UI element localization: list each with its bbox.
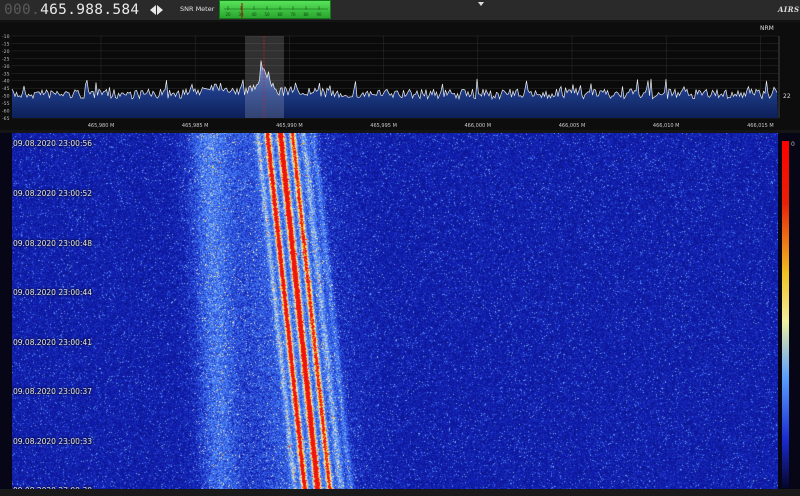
menu-dropdown-icon[interactable]: [478, 2, 484, 6]
waterfall-timestamp: 09.08.2020 23:00:52: [13, 189, 93, 198]
freq-tick-label: 466,015 M: [747, 123, 774, 129]
brand-logo: AIRS: [778, 5, 800, 14]
waterfall-timestamp: 09.08.2020 23:00:41: [13, 338, 93, 347]
frequency-ghz-digits: 000.: [4, 2, 41, 18]
s-meter-scale: 20 30 40 50 60 70 80 90: [224, 3, 328, 18]
s-meter: 20 30 40 50 60 70 80 90: [219, 0, 331, 19]
spectrum-display[interactable]: -10 -15 -20 -25 -30 -35 -40 -45 -50 -55 -60 -65 465…: [0, 22, 800, 130]
waterfall-timestamp: 09.08.2020 23:00:56: [13, 139, 93, 148]
freq-tick-label: 466,005 M: [559, 123, 586, 129]
db-tick-label: -15: [2, 41, 10, 47]
waterfall-timestamp: 09.08.2020 23:00:48: [13, 239, 93, 248]
db-tick-label: -60: [2, 109, 10, 115]
frequency-display[interactable]: 000.465.988.584: [4, 0, 139, 20]
db-tick-label: -65: [2, 116, 10, 122]
waterfall-timestamp: 09.08.2020 23:00:44: [13, 288, 93, 297]
frequency-digits: 465.988.584: [40, 2, 140, 18]
s-meter-tick-label: 20: [225, 12, 231, 17]
db-tick-label: -55: [2, 101, 10, 107]
tune-right-icon[interactable]: [157, 5, 163, 15]
db-tick-label: -45: [2, 86, 10, 92]
db-tick-label: -25: [2, 56, 10, 62]
waterfall-display[interactable]: 0 09.08.2020 23:00:56 09.08.2020 23:00:5…: [0, 133, 800, 496]
freq-tick-label: 465,990 M: [276, 123, 303, 129]
db-tick-label: -40: [2, 79, 10, 85]
display-mode-label[interactable]: NRM: [760, 25, 774, 32]
freq-tick-label: 466,000 M: [465, 123, 492, 129]
filter-passband[interactable]: [245, 36, 284, 118]
freq-tick-label: 465,995 M: [370, 123, 397, 129]
color-scale-label: 0: [791, 141, 795, 148]
s-meter-tick-label: 90: [316, 12, 322, 17]
spectrum-plot[interactable]: -10-15 -20-25 -30-35 -40-45 -50-55 -60-65 465…: [0, 22, 800, 130]
spectrum-side-value: 22: [783, 93, 791, 100]
db-tick-label: -35: [2, 71, 10, 77]
waterfall-timestamp: 09.08.2020 23:00:33: [13, 437, 93, 446]
s-meter-tick-label: 70: [290, 12, 296, 17]
s-meter-tick-label: 30: [238, 12, 244, 17]
status-strip: [0, 489, 800, 496]
waterfall-color-scale[interactable]: [782, 141, 789, 488]
db-tick-label: -20: [2, 49, 10, 55]
freq-tick-label: 465,985 M: [182, 123, 209, 129]
waterfall-timestamp: 09.08.2020 23:00:37: [13, 387, 93, 396]
tune-buttons: [150, 2, 163, 18]
db-tick-label: -10: [2, 34, 10, 40]
freq-tick-label: 466,010 M: [653, 123, 680, 129]
s-meter-ticks: 20 30 40 50 60 70 80 90: [224, 6, 328, 17]
db-tick-label: -50: [2, 94, 10, 100]
db-tick-label: -30: [2, 64, 10, 70]
top-toolbar: 000.465.988.584 SNR Meter 20 30 40 50 60 70 80…: [0, 0, 800, 21]
s-meter-tick-label: 40: [251, 12, 257, 17]
s-meter-tick-label: 80: [303, 12, 309, 17]
waterfall-canvas[interactable]: [12, 133, 778, 491]
tune-left-icon[interactable]: [150, 5, 156, 15]
s-meter-tick-label: 50: [264, 12, 270, 17]
snr-meter-label[interactable]: SNR Meter: [180, 0, 214, 20]
freq-tick-label: 465,980 M: [88, 123, 115, 129]
s-meter-tick-label: 60: [277, 12, 283, 17]
